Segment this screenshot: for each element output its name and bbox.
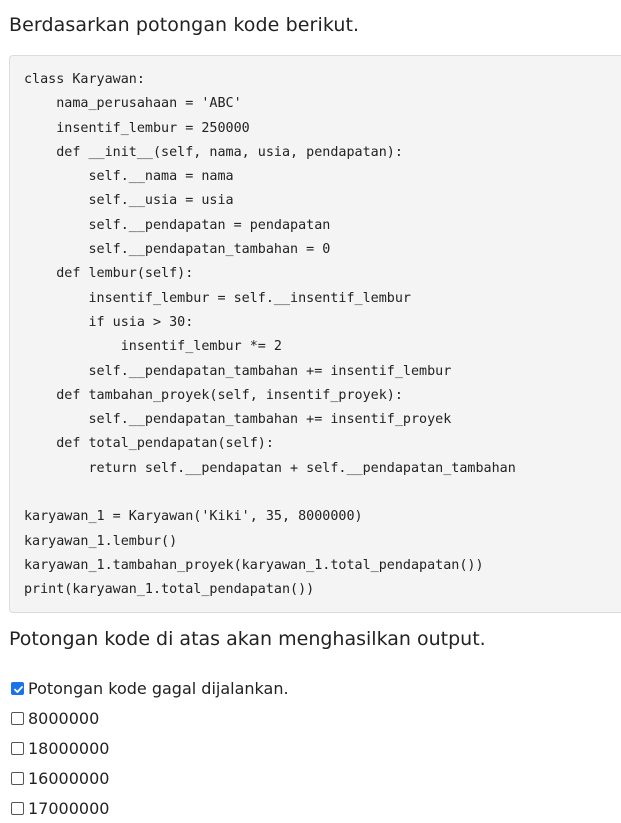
code-line: class Karyawan: (24, 72, 145, 87)
checkbox[interactable] (11, 741, 24, 755)
code-block: class Karyawan: nama_perusahaan = 'ABC' … (9, 55, 621, 613)
code-line: karyawan_1.tambahan_proyek(karyawan_1.to… (24, 557, 484, 573)
checkbox[interactable] (11, 801, 24, 815)
checkbox-checked[interactable] (11, 681, 24, 695)
option-17000000[interactable]: 17000000 (11, 793, 289, 823)
code-line: nama_perusahaan = 'ABC' (24, 96, 242, 112)
code-line: insentif_lembur = self.__insentif_lembur (24, 290, 411, 306)
code-line: def lembur(self): (24, 266, 194, 282)
option-label: Potongan kode gagal dijalankan. (28, 678, 289, 698)
code-line: karyawan_1 = Karyawan('Kiki', 35, 800000… (24, 509, 363, 525)
option-18000000[interactable]: 18000000 (11, 733, 289, 763)
code-line: if usia > 30: (24, 314, 194, 330)
code-line: print(karyawan_1.total_pendapatan()) (24, 582, 315, 598)
option-label: 17000000 (28, 798, 110, 818)
code-line: self.__usia = usia (24, 193, 234, 209)
code-line: self.__pendapatan_tambahan = 0 (24, 242, 331, 258)
code-line: self.__pendapatan = pendapatan (24, 217, 331, 233)
code-line: def total_pendapatan(self): (24, 436, 274, 452)
question-title: Berdasarkan potongan kode berikut. (9, 14, 360, 36)
code-line: def __init__(self, nama, usia, pendapata… (24, 144, 403, 160)
code-line: return self.__pendapatan + self.__pendap… (24, 460, 516, 476)
code-line: def tambahan_proyek(self, insentif_proye… (24, 387, 403, 403)
quiz-page: Berdasarkan potongan kode berikut. class… (0, 0, 621, 822)
code-line: karyawan_1.lembur() (24, 533, 178, 549)
code-line: insentif_lembur *= 2 (24, 339, 282, 355)
checkmark-icon (14, 685, 23, 693)
option-gagal-dijalankan[interactable]: Potongan kode gagal dijalankan. (11, 673, 289, 703)
code-line: self.__pendapatan_tambahan += insentif_l… (24, 363, 452, 379)
code-line: self.__nama = nama (24, 169, 234, 185)
option-8000000[interactable]: 8000000 (11, 703, 289, 733)
checkbox[interactable] (11, 711, 24, 725)
option-label: 16000000 (28, 768, 110, 788)
option-label: 18000000 (28, 738, 110, 758)
code-line: self.__pendapatan_tambahan += insentif_p… (24, 412, 452, 428)
option-16000000[interactable]: 16000000 (11, 763, 289, 793)
checkbox[interactable] (11, 771, 24, 785)
option-label: 8000000 (28, 708, 100, 728)
answer-options: Potongan kode gagal dijalankan. 8000000 … (11, 673, 289, 823)
code-line: insentif_lembur = 250000 (24, 120, 250, 136)
question-prompt: Potongan kode di atas akan menghasilkan … (9, 628, 486, 650)
